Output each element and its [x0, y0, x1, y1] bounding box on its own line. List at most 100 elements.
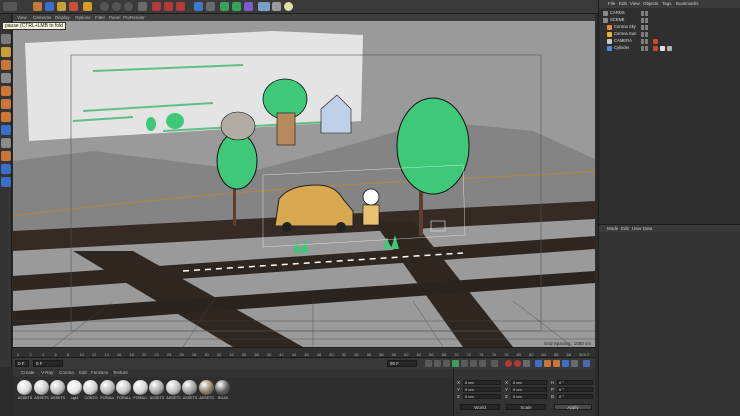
loop-icon[interactable]: [491, 360, 498, 367]
material-swatch[interactable]: ASSETS: [17, 380, 33, 400]
point-level-key-icon[interactable]: [571, 360, 578, 367]
object-menu-edit[interactable]: Edit: [619, 1, 627, 6]
light-icon[interactable]: [284, 2, 293, 11]
visibility-toggle[interactable]: [641, 38, 644, 44]
viewport-menu-cameras[interactable]: Cameras: [33, 15, 51, 20]
size-mode-dropdown[interactable]: Scale: [506, 404, 546, 410]
viewport-menu-view[interactable]: View: [17, 15, 27, 20]
move-tool-icon[interactable]: [45, 2, 54, 11]
solo-icon[interactable]: [1, 164, 11, 174]
enable-toggle[interactable]: [645, 17, 648, 23]
points-mode-icon[interactable]: [1, 86, 11, 96]
lock-workplane-icon[interactable]: [1, 177, 11, 187]
object-menu-view[interactable]: View: [630, 1, 640, 6]
previous-frame-icon[interactable]: [443, 360, 450, 367]
attribute-menu-edit[interactable]: Edit: [621, 226, 629, 231]
material-swatch[interactable]: FORALL: [99, 380, 116, 400]
snap-icon[interactable]: [1, 151, 11, 161]
position-z-field[interactable]: 0 cm: [463, 394, 501, 399]
visibility-toggle[interactable]: [641, 10, 644, 16]
material-menu-texture[interactable]: Texture: [113, 370, 128, 375]
material-swatch[interactable]: ASSETS: [165, 380, 182, 400]
object-row[interactable]: SCENE: [599, 17, 740, 23]
size-y-field[interactable]: 0 cm: [511, 387, 547, 392]
attribute-menu-user-data[interactable]: User Data: [632, 226, 652, 231]
material-menu-edit[interactable]: Edit: [79, 370, 87, 375]
viewport-menu-panel[interactable]: Panel: [109, 15, 121, 20]
record-keys-icon[interactable]: [505, 360, 512, 367]
world-coordinates-icon[interactable]: [138, 2, 147, 11]
object-menu-objects[interactable]: Objects: [643, 1, 658, 6]
live-selection-icon[interactable]: [33, 2, 42, 11]
min-frame-field[interactable]: 0 F: [33, 360, 63, 367]
rotate-tool-icon[interactable]: [69, 2, 78, 11]
x-axis-lock-button[interactable]: [100, 2, 109, 11]
viewport-menu-options[interactable]: Options: [75, 15, 91, 20]
scale-key-icon[interactable]: [544, 360, 551, 367]
position-x-field[interactable]: 0 cm: [463, 380, 501, 385]
model-mode-icon[interactable]: [1, 47, 11, 57]
keyframe-selection-icon[interactable]: [523, 360, 530, 367]
next-frame-icon[interactable]: [461, 360, 468, 367]
enable-toggle[interactable]: [645, 45, 648, 51]
deformer-icon[interactable]: [244, 2, 253, 11]
z-axis-lock-button[interactable]: [124, 2, 133, 11]
material-tag-icon[interactable]: [667, 45, 672, 51]
timeline-ruler[interactable]: 0 2 4 6 8 10 12 14 16 18 20 22 24 26 28 30 32 34 36 38 40 42 4…: [13, 347, 595, 357]
enable-toggle[interactable]: [645, 10, 648, 16]
enable-toggle[interactable]: [645, 38, 648, 44]
object-tag-icon[interactable]: [653, 45, 658, 51]
go-to-end-icon[interactable]: [479, 360, 486, 367]
recent-tool-icon[interactable]: [83, 2, 92, 11]
material-swatch[interactable]: FORALL: [116, 380, 132, 400]
y-axis-lock-button[interactable]: [112, 2, 121, 11]
rotation-p-field[interactable]: 0 °: [557, 387, 593, 392]
render-settings-icon[interactable]: [176, 2, 185, 11]
enable-toggle[interactable]: [645, 24, 648, 30]
texture-mode-icon[interactable]: [1, 60, 11, 70]
viewport-menu-filter[interactable]: Filter: [95, 15, 105, 20]
apply-button[interactable]: Apply: [554, 404, 592, 410]
enable-axis-icon[interactable]: [1, 125, 11, 135]
object-menu-bookmarks[interactable]: Bookmarks: [676, 1, 699, 6]
rotation-h-field[interactable]: 0 °: [557, 380, 593, 385]
next-key-icon[interactable]: [470, 360, 477, 367]
end-frame-field[interactable]: 90 F: [387, 360, 417, 367]
workplane-icon[interactable]: [1, 73, 11, 83]
floor-icon[interactable]: [258, 2, 270, 11]
material-tag-icon[interactable]: [660, 45, 665, 51]
material-menu-vray[interactable]: V-Ray: [41, 370, 53, 375]
play-icon[interactable]: [452, 360, 459, 367]
object-row[interactable]: Corona Sun: [599, 31, 740, 37]
camera-icon[interactable]: [272, 2, 281, 11]
material-swatch[interactable]: ROAD: [215, 380, 231, 400]
make-editable-icon[interactable]: [1, 34, 11, 44]
material-swatch[interactable]: ASSETS: [149, 380, 165, 400]
go-to-start-icon[interactable]: [425, 360, 432, 367]
render-region-icon[interactable]: [152, 2, 161, 11]
visibility-toggle[interactable]: [641, 24, 644, 30]
attribute-menu-mode[interactable]: Mode: [607, 226, 618, 231]
object-row[interactable]: CARDS: [599, 10, 740, 16]
viewport-menu-prorender[interactable]: ProRender: [123, 15, 145, 20]
previous-key-icon[interactable]: [434, 360, 441, 367]
visibility-toggle[interactable]: [641, 45, 644, 51]
start-frame-field[interactable]: 0 F: [15, 360, 29, 367]
visibility-toggle[interactable]: [641, 17, 644, 23]
size-x-field[interactable]: 0 cm: [511, 380, 547, 385]
size-z-field[interactable]: 0 cm: [511, 394, 547, 399]
parameter-key-icon[interactable]: [562, 360, 569, 367]
object-menu-file[interactable]: File: [608, 1, 615, 6]
visibility-toggle[interactable]: [641, 31, 644, 37]
edges-mode-icon[interactable]: [1, 99, 11, 109]
material-swatch[interactable]: Light: [66, 380, 83, 400]
material-swatch[interactable]: ASSETS: [33, 380, 50, 400]
rotation-key-icon[interactable]: [553, 360, 560, 367]
object-row[interactable]: CAMERA: [599, 38, 740, 44]
3d-viewport[interactable]: Grid Spacing : 1000 cm: [13, 21, 595, 347]
undo-button[interactable]: [3, 2, 17, 11]
material-menu-corona[interactable]: Corona: [59, 370, 74, 375]
tweak-mode-icon[interactable]: [1, 138, 11, 148]
object-row[interactable]: Corona Sky: [599, 24, 740, 30]
viewport-menu-display[interactable]: Display: [55, 15, 70, 20]
